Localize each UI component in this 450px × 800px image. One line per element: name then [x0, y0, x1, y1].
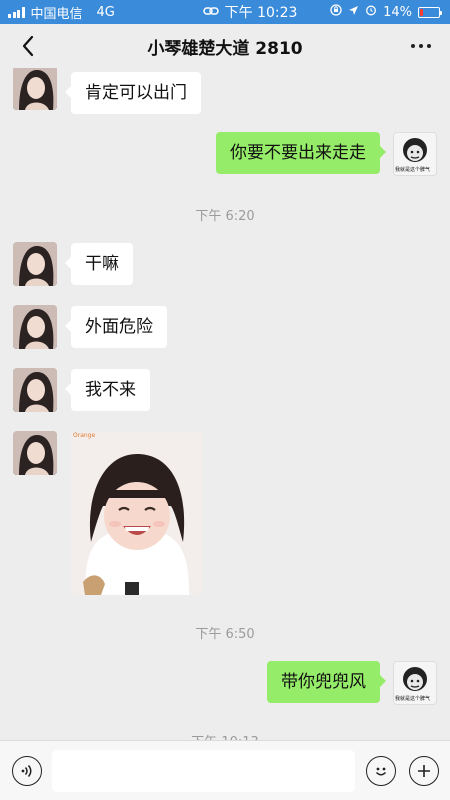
timestamp: 下午 6:50 [195, 627, 255, 642]
message-bubble-incoming[interactable]: 我不来 [65, 369, 150, 411]
contact-avatar[interactable] [13, 431, 57, 475]
meme-caption: 我就是这个脾气 [395, 167, 431, 173]
nav-bar: 小琴雄楚大道 2810 [0, 24, 450, 68]
chat-title: 小琴雄楚大道 2810 [147, 38, 303, 59]
battery-percent: 14% [383, 4, 412, 20]
my-avatar[interactable]: 我就是这个脾气 [393, 132, 437, 176]
signal-icon [8, 6, 25, 18]
message-input[interactable] [52, 750, 355, 792]
message-bubble-outgoing[interactable]: 你要不要出来走走 [216, 132, 386, 174]
message-bubble-incoming[interactable]: 肯定可以出门 [65, 72, 201, 114]
message-bubble-outgoing[interactable]: 带你兜兜风 [267, 661, 386, 703]
message-bubble-incoming[interactable]: 干嘛 [65, 243, 133, 285]
contact-avatar[interactable] [13, 305, 57, 349]
lock-rotation-icon [330, 4, 342, 20]
message-bubble-incoming[interactable]: 外面危险 [65, 306, 167, 348]
voice-icon[interactable] [12, 756, 42, 786]
link-icon [202, 4, 219, 20]
clock-time: 下午 10:23 [224, 5, 298, 21]
input-bar [0, 740, 450, 800]
network-type: 4G [96, 4, 115, 20]
contact-avatar[interactable] [13, 242, 57, 286]
my-avatar[interactable]: 我就是这个脾气 [393, 661, 437, 705]
plus-icon[interactable] [409, 756, 439, 786]
location-icon [348, 5, 359, 20]
image-watermark: Orange [73, 432, 96, 439]
image-message[interactable]: Orange [71, 432, 202, 595]
emoji-icon[interactable] [366, 756, 396, 786]
meme-caption: 我就是这个脾气 [395, 696, 431, 702]
more-dots-icon[interactable] [406, 32, 436, 60]
contact-avatar[interactable] [13, 368, 57, 412]
chevron-left-icon[interactable] [14, 32, 42, 60]
contact-avatar[interactable] [13, 68, 57, 110]
timestamp: 下午 10:13 [0, 731, 450, 740]
battery-icon [418, 6, 442, 18]
message-list[interactable]: 肯定可以出门 你要不要出来走走 我就是这个脾气 下午 6:20 干嘛 外面危险 … [0, 68, 450, 740]
carrier-name: 中国电信 [30, 6, 83, 22]
alarm-icon [365, 4, 377, 20]
status-bar: 中国电信 4G 下午 10:23 14% [0, 0, 450, 24]
timestamp: 下午 6:20 [195, 209, 255, 224]
